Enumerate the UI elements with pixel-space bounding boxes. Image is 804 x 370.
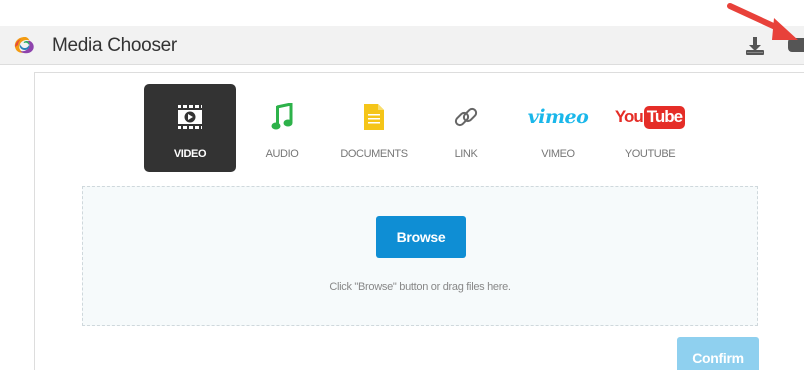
document-icon: [364, 104, 384, 130]
media-chooser-window: Media Chooser VIDEO AUDIO DOCUMENTS LINK…: [0, 0, 804, 370]
tab-youtube-label: YOUTUBE: [624, 148, 676, 160]
youtube-logo: You Tube: [604, 102, 696, 132]
annotation-arrow-icon: [727, 3, 798, 40]
app-logo-icon: [14, 37, 34, 54]
tab-documents-label: DOCUMENTS: [340, 148, 408, 160]
link-icon: [454, 107, 478, 127]
tab-vimeo[interactable]: vimeo VIMEO: [512, 84, 604, 172]
browse-button[interactable]: Browse: [376, 216, 466, 258]
tab-link[interactable]: LINK: [420, 84, 512, 172]
tab-video[interactable]: VIDEO: [144, 84, 236, 172]
confirm-button[interactable]: Confirm: [677, 337, 759, 370]
file-drop-zone[interactable]: Browse Click "Browse" button or drag fil…: [82, 186, 758, 326]
tab-link-label: LINK: [454, 148, 478, 160]
page-title: Media Chooser: [52, 35, 177, 56]
youtube-logo-you: You: [614, 107, 644, 126]
tab-video-label: VIDEO: [173, 148, 207, 160]
music-note-icon: [271, 103, 293, 130]
vimeo-logo: vimeo: [527, 106, 589, 128]
tab-documents[interactable]: DOCUMENTS: [328, 84, 420, 172]
youtube-logo-tube: Tube: [643, 105, 686, 129]
tab-vimeo-label: VIMEO: [541, 148, 575, 160]
tab-audio-label: AUDIO: [265, 148, 299, 160]
tab-audio[interactable]: AUDIO: [236, 84, 328, 172]
media-panel: VIDEO AUDIO DOCUMENTS LINK vimeo VIMEO Y…: [34, 72, 804, 370]
film-icon: [178, 105, 202, 129]
drop-hint-text: Click "Browse" button or drag files here…: [329, 281, 511, 293]
tab-youtube[interactable]: You Tube YOUTUBE: [604, 84, 696, 172]
header-bar: Media Chooser: [0, 26, 804, 65]
